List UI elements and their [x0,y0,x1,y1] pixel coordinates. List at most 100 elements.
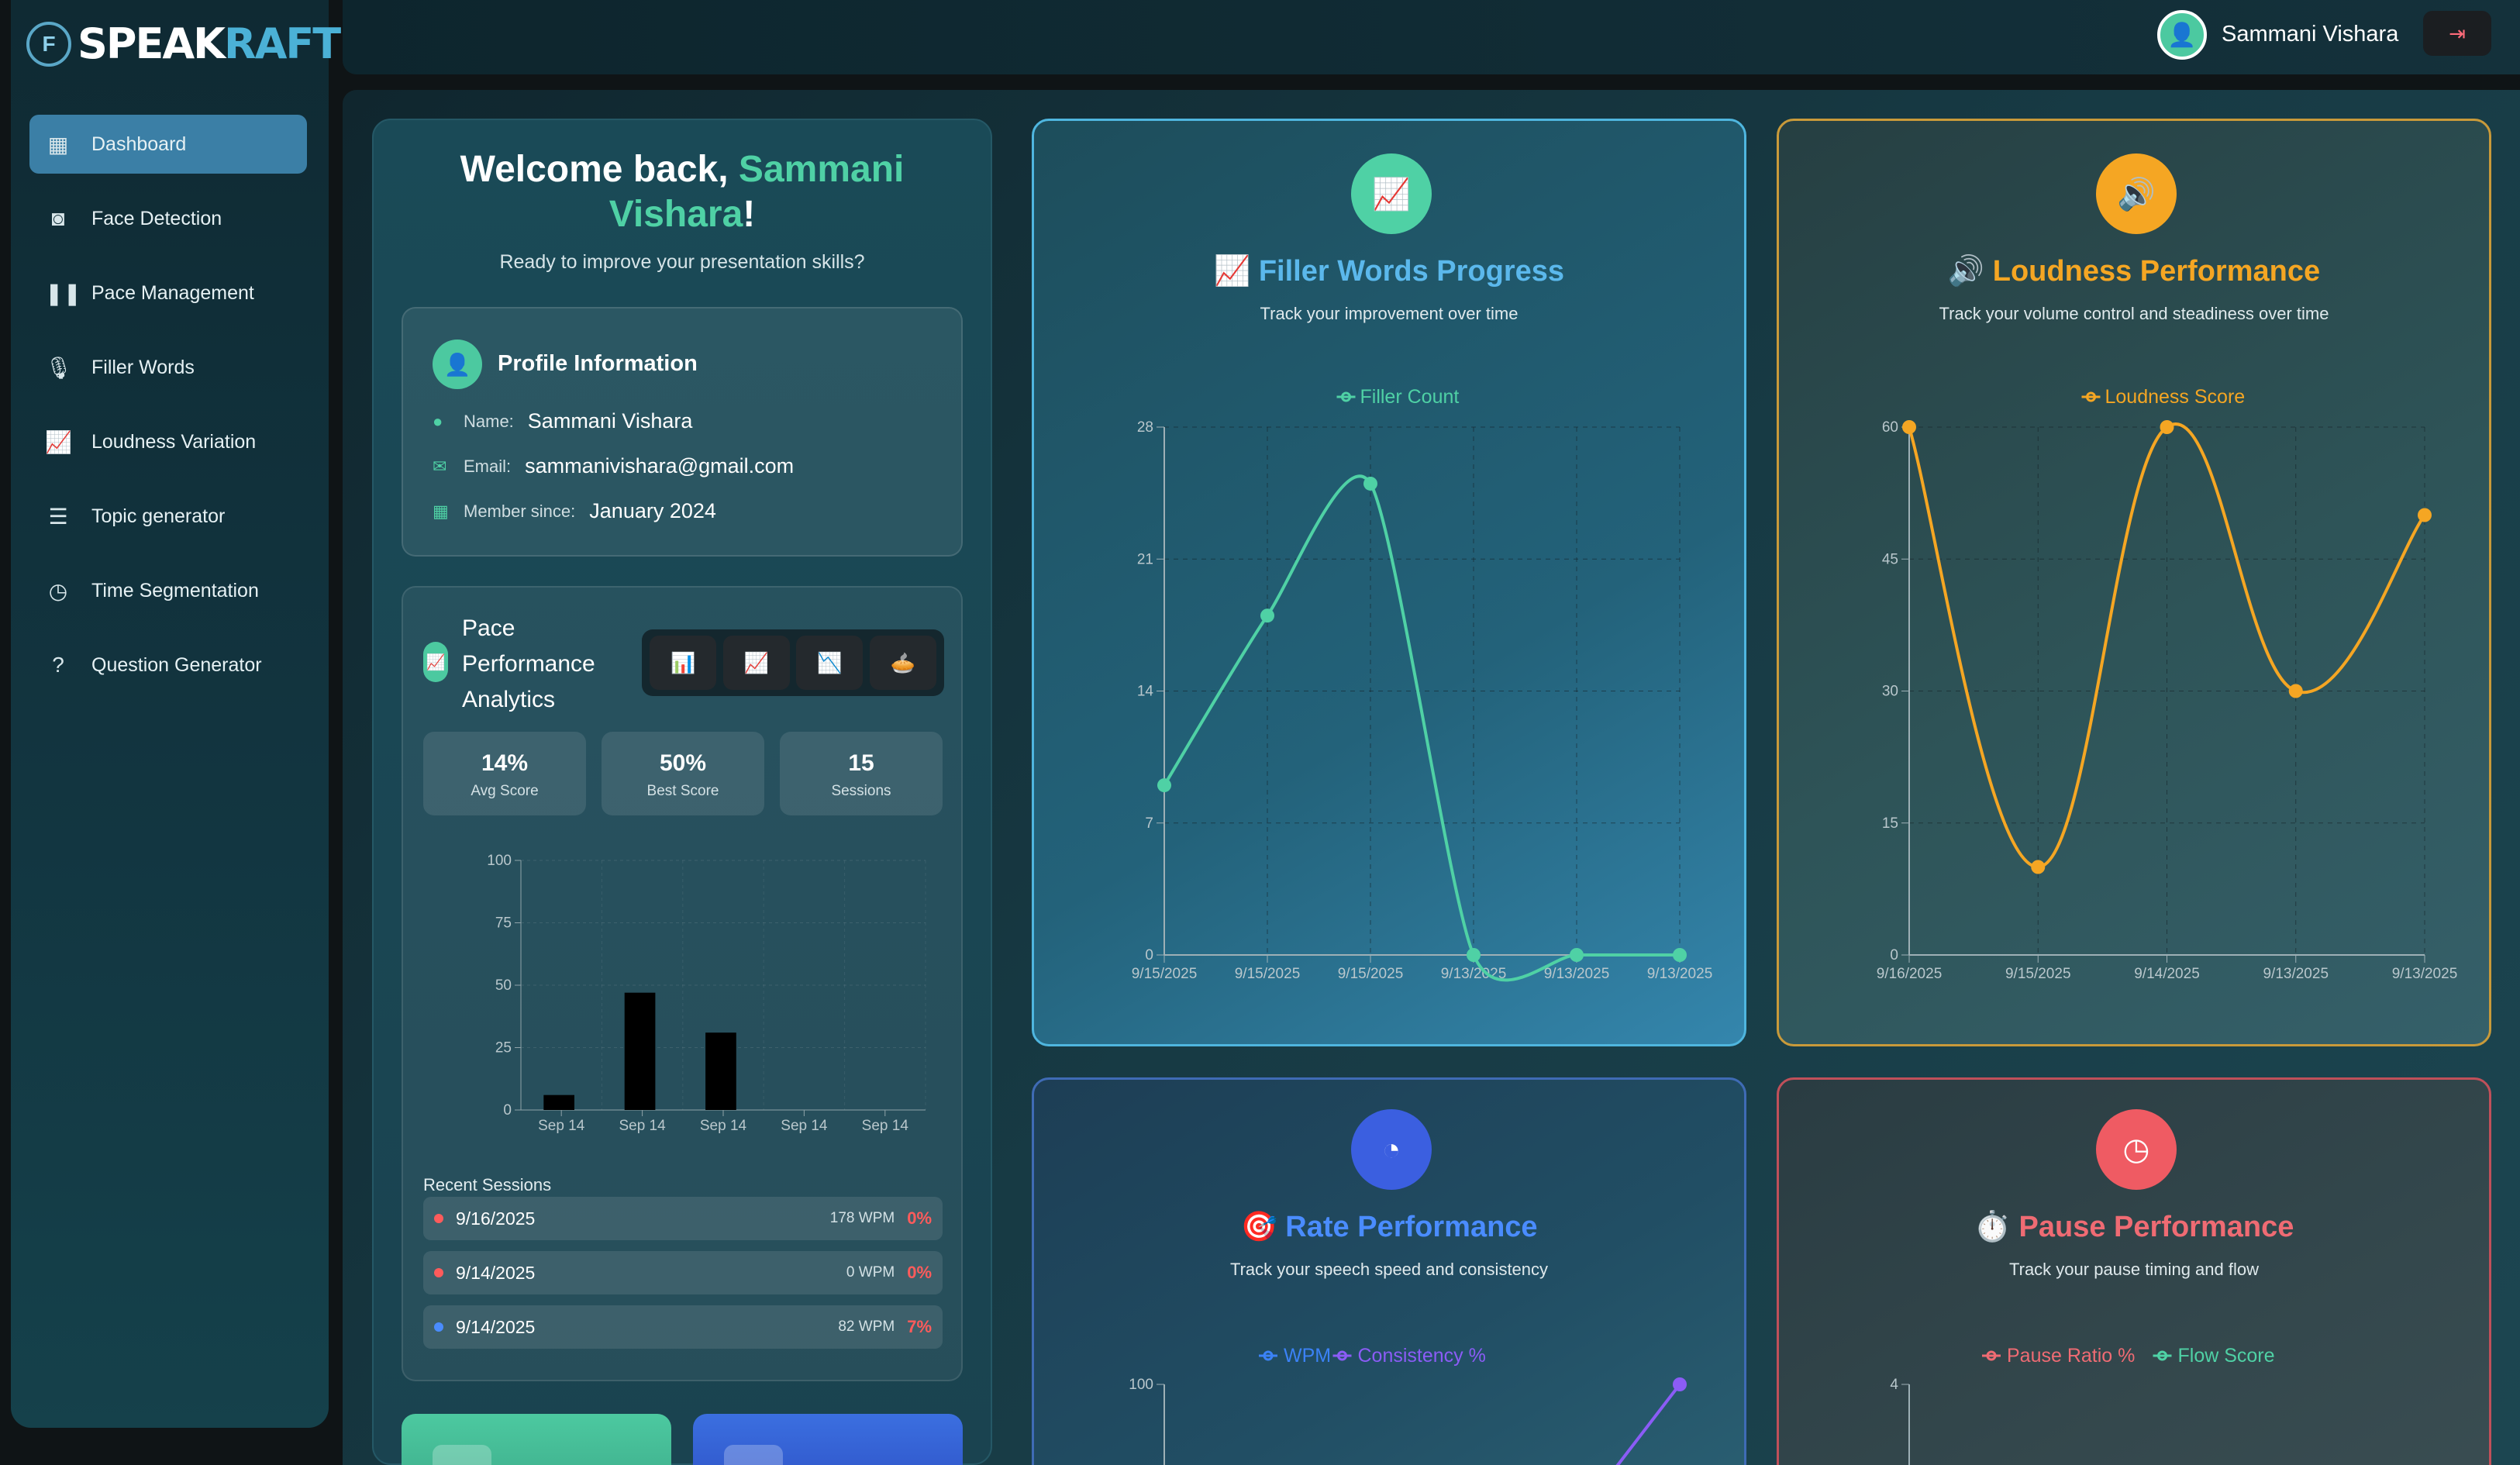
chart-type-switcher: 📊 📈 📉 🥧 [642,629,944,696]
session-wpm: 178 WPM [829,1210,895,1226]
pace-bar-chart: 0 25 50 75 100 Sep 14 Sep 14 Sep 14 Sep 14 Sep 14 [487,853,926,1134]
profile-email-label: Email: [464,456,512,476]
logo-text-speak: SPEAK [78,19,226,68]
session-status-dot [434,1268,443,1277]
sidebar-item-loudness-variation[interactable]: 📈 Loudness Variation [29,412,307,471]
legend-label: WPM [1284,1345,1331,1367]
sidebar: F SPEAKRAFT ▦ Dashboard ◙ Face Detection ❚❚ P… [11,0,341,1428]
session-status-dot [434,1214,443,1223]
camera-icon: ◙ [51,206,65,230]
data-point [1157,778,1171,793]
app-logo[interactable]: F SPEAKRAFT [26,22,341,67]
x-tick-label: Sep 14 [862,1118,909,1134]
profile-name-label: Name: [464,411,514,431]
logout-icon: ⇥ [2449,21,2466,45]
profile-since-row: ▦ Member since: January 2024 [433,499,716,523]
user-name[interactable]: Sammani Vishara [2222,22,2398,47]
y-tick-label: 28 [1137,419,1153,436]
area-chart-button[interactable]: 📉 [796,636,864,690]
session-row[interactable]: 9/14/2025 0 WPM 0% [423,1251,943,1294]
profile-email-value: sammanivishara@gmail.com [525,454,795,477]
session-status-dot [434,1322,443,1332]
profile-name-value: Sammani Vishara [527,409,693,433]
sidebar-item-pace-management[interactable]: ❚❚ Pace Management [29,264,307,322]
data-point [1902,420,1916,434]
sidebar-item-label: Dashboard [91,133,187,155]
x-tick-label: 9/14/2025 [2134,966,2200,982]
pause-bars-icon: ❚❚ [45,281,81,305]
data-point [1363,476,1377,491]
y-tick-label: 100 [1129,1377,1153,1393]
chart-line-icon: 📈 [423,642,448,682]
stat-value: 14% [481,750,529,776]
sidebar-item-topic-generator[interactable]: ☰ Topic generator [29,487,307,546]
data-point [2031,860,2046,874]
welcome-suffix: ! [743,194,756,235]
session-date: 9/16/2025 [456,1208,536,1229]
sidebar-item-question-generator[interactable]: ? Question Generator [29,636,307,695]
legend-label: Pause Ratio % [2007,1345,2135,1367]
recent-sessions-title: Recent Sessions [423,1175,552,1194]
pace-analytics-card: 📈 Pace Performance Analytics 📊 📈 📉 🥧 14%… [402,586,963,1381]
profile-title: Profile Information [498,351,698,376]
data-point [1673,948,1687,962]
rate-card: ◔ 🎯 Rate Performance Track your speech s… [1032,1077,1746,1465]
y-tick-label: 45 [1882,551,1898,567]
x-tick-label: 9/13/2025 [1647,966,1713,982]
data-point [1570,948,1584,962]
x-tick-label: Sep 14 [700,1118,747,1134]
sidebar-item-label: Loudness Variation [91,430,257,453]
profile-card: 👤 Profile Information ● Name: Sammani Vi… [402,307,963,557]
sidebar-item-label: Question Generator [91,653,262,676]
welcome-name-last: Vishara [608,194,743,235]
y-tick-label: 75 [495,915,512,932]
pie-chart-button[interactable]: 🥧 [869,636,936,690]
welcome-name-first: Sammani [738,149,905,190]
x-tick-label: 9/15/2025 [1132,966,1198,982]
line-chart-icon: 📈 [45,429,72,454]
bar-chart-button[interactable]: 📊 [650,636,717,690]
session-wpm: 0 WPM [846,1264,895,1281]
session-date: 9/14/2025 [456,1262,536,1283]
x-tick-label: Sep 14 [619,1118,666,1134]
sidebar-item-face-detection[interactable]: ◙ Face Detection [29,189,307,248]
bottom-tile-blue[interactable] [693,1414,963,1465]
profile-since-label: Member since: [464,501,576,521]
microphone-icon: 🎙 [45,355,73,380]
stat-avg-score: 14% Avg Score [423,732,586,815]
session-score: 7% [907,1317,932,1336]
data-point [1467,948,1481,962]
legend: Filler Count [1336,386,1459,408]
legend: WPM Consistency % [1259,1345,1486,1367]
data-point [2160,420,2174,434]
logo-text-raft: RAFT [224,19,341,68]
logo-text: SPEAKRAFT [78,23,341,65]
bottom-tile-green[interactable] [402,1414,671,1465]
sidebar-item-label: Topic generator [91,505,226,527]
logout-button[interactable]: ⇥ [2423,11,2491,56]
stat-sessions: 15 Sessions [780,732,943,815]
sidebar-item-time-segmentation[interactable]: ◷ Time Segmentation [29,561,307,620]
sidebar-item-dashboard[interactable]: ▦ Dashboard [29,115,307,174]
tile-knob [433,1445,491,1465]
stat-value: 50% [659,750,707,776]
series-line [1163,474,1680,982]
line-chart-button[interactable]: 📈 [722,636,790,690]
session-date: 9/14/2025 [456,1316,536,1337]
x-tick-label: 9/16/2025 [1877,966,1943,982]
user-avatar-icon[interactable]: 👤 [2157,10,2207,60]
y-tick-label: 14 [1137,684,1154,700]
bar [624,992,656,1110]
x-tick-label: 9/15/2025 [1338,966,1404,982]
sidebar-item-filler-words[interactable]: 🎙 Filler Words [29,338,307,397]
data-point [2288,684,2303,698]
session-row[interactable]: 9/14/2025 82 WPM 7% [423,1305,943,1349]
profile-name-row: ● Name: Sammani Vishara [433,409,692,433]
session-row[interactable]: 9/16/2025 178 WPM 0% [423,1197,943,1240]
tile-knob [724,1445,783,1465]
y-tick-label: 7 [1145,815,1153,832]
legend: Pause Ratio % Flow Score [1982,1345,2275,1367]
filler-words-card: 📈 📈 Filler Words Progress Track your imp… [1032,119,1746,1046]
sidebar-item-label: Pace Management [91,281,254,304]
bar [543,1094,574,1110]
